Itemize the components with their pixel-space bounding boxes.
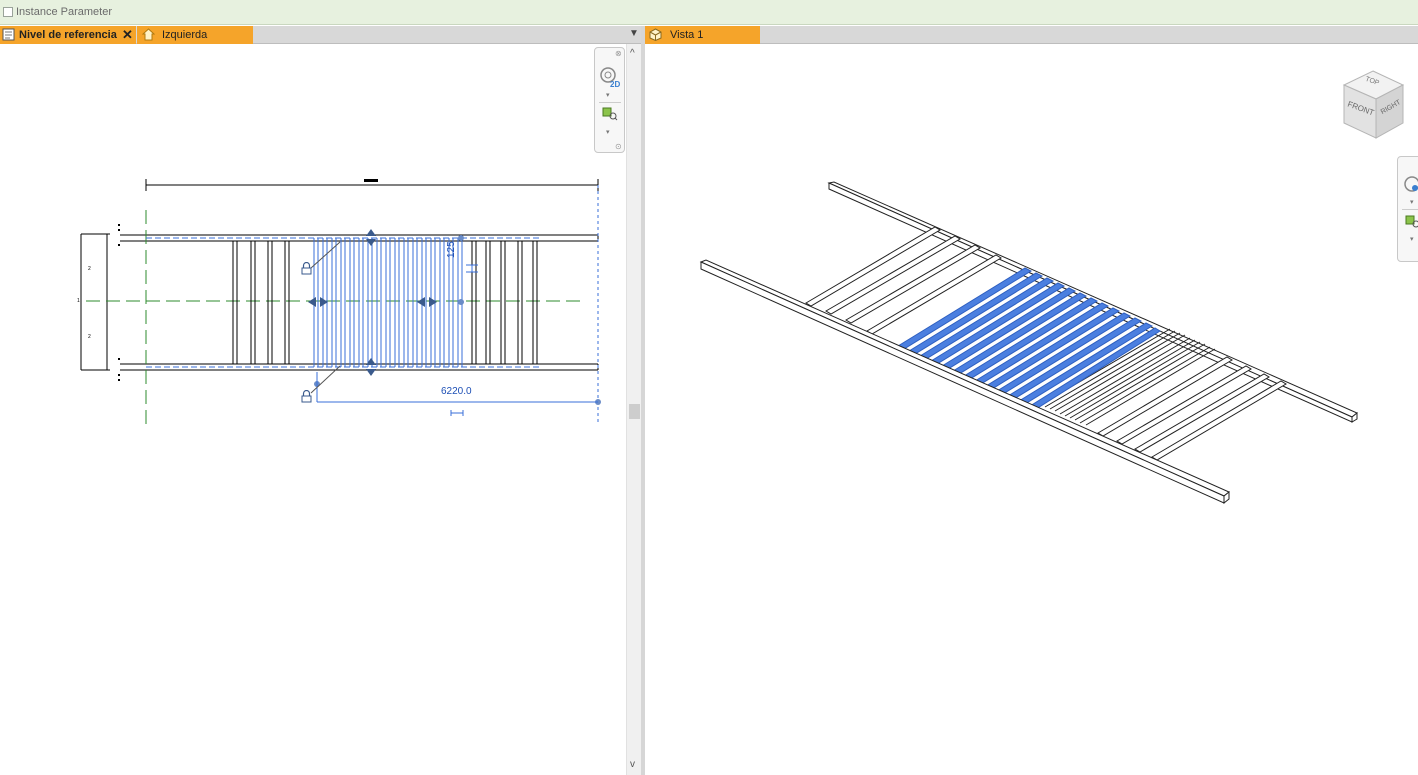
scroll-thumb[interactable] [629, 404, 640, 419]
properties-bar: Instance Parameter [0, 0, 1418, 25]
instance-parameter-checkbox[interactable] [3, 7, 13, 17]
scroll-down-icon[interactable]: v [630, 759, 635, 770]
lock-icon[interactable] [301, 261, 312, 280]
right-tab-strip: Vista 1 [645, 26, 1418, 44]
left-tab-strip: Nivel de referencia ✕ Izquierda ▼ [0, 26, 641, 44]
vertical-scrollbar[interactable]: ^ v [626, 44, 641, 775]
tab-label: Nivel de referencia [19, 29, 117, 41]
chevron-down-icon[interactable]: ▾ [1410, 235, 1414, 243]
svg-text:2: 2 [88, 334, 91, 340]
svg-text:1: 1 [77, 298, 80, 304]
steering-wheel-icon[interactable] [1403, 175, 1418, 198]
vertical-dimension-value[interactable]: 125 [446, 241, 457, 258]
close-icon[interactable]: ⊗ [615, 49, 622, 58]
chevron-down-icon[interactable]: ▾ [606, 128, 610, 136]
tab-label: Vista 1 [670, 29, 704, 41]
scroll-up-icon[interactable]: ^ [630, 48, 635, 59]
nav-2d-label: 2D [610, 80, 621, 89]
plan-drawing: 1 2 2 [77, 179, 601, 425]
3d-drawing [699, 181, 1358, 505]
elevation-view-icon [141, 28, 156, 44]
settings-icon[interactable]: ⊙ [615, 142, 622, 151]
navigation-bar: ▾ ▾ [1397, 156, 1418, 262]
3d-view-canvas[interactable]: TOP FRONT RIGHT ▾ ▾ [645, 44, 1418, 775]
plan-view-icon [2, 28, 15, 44]
view-cube[interactable]: TOP FRONT RIGHT [1336, 68, 1410, 142]
instance-parameter-label: Instance Parameter [16, 6, 112, 18]
3d-view-icon [649, 28, 662, 44]
dropdown-arrow-icon[interactable]: ▼ [629, 28, 639, 39]
chevron-down-icon[interactable]: ▾ [606, 91, 610, 99]
tab-label: Izquierda [162, 29, 208, 41]
dimension-value[interactable]: 6220.0 [441, 386, 472, 397]
zoom-icon[interactable] [602, 107, 618, 126]
tab-nivel-de-referencia[interactable]: Nivel de referencia ✕ [0, 26, 136, 44]
plan-view-canvas[interactable]: 1 2 2 6220.0 125 ⊗ 2D ▾ ▾ ⊙ [0, 44, 626, 775]
lock-icon[interactable] [301, 389, 312, 408]
close-icon[interactable]: ✕ [122, 27, 133, 43]
tab-vista-1[interactable]: Vista 1 [645, 26, 760, 44]
svg-text:2: 2 [88, 266, 91, 272]
navigation-bar: ⊗ 2D ▾ ▾ ⊙ [594, 47, 625, 153]
zoom-icon[interactable] [1405, 215, 1418, 234]
chevron-down-icon[interactable]: ▾ [1410, 198, 1414, 206]
tab-izquierda[interactable]: Izquierda [137, 26, 253, 44]
